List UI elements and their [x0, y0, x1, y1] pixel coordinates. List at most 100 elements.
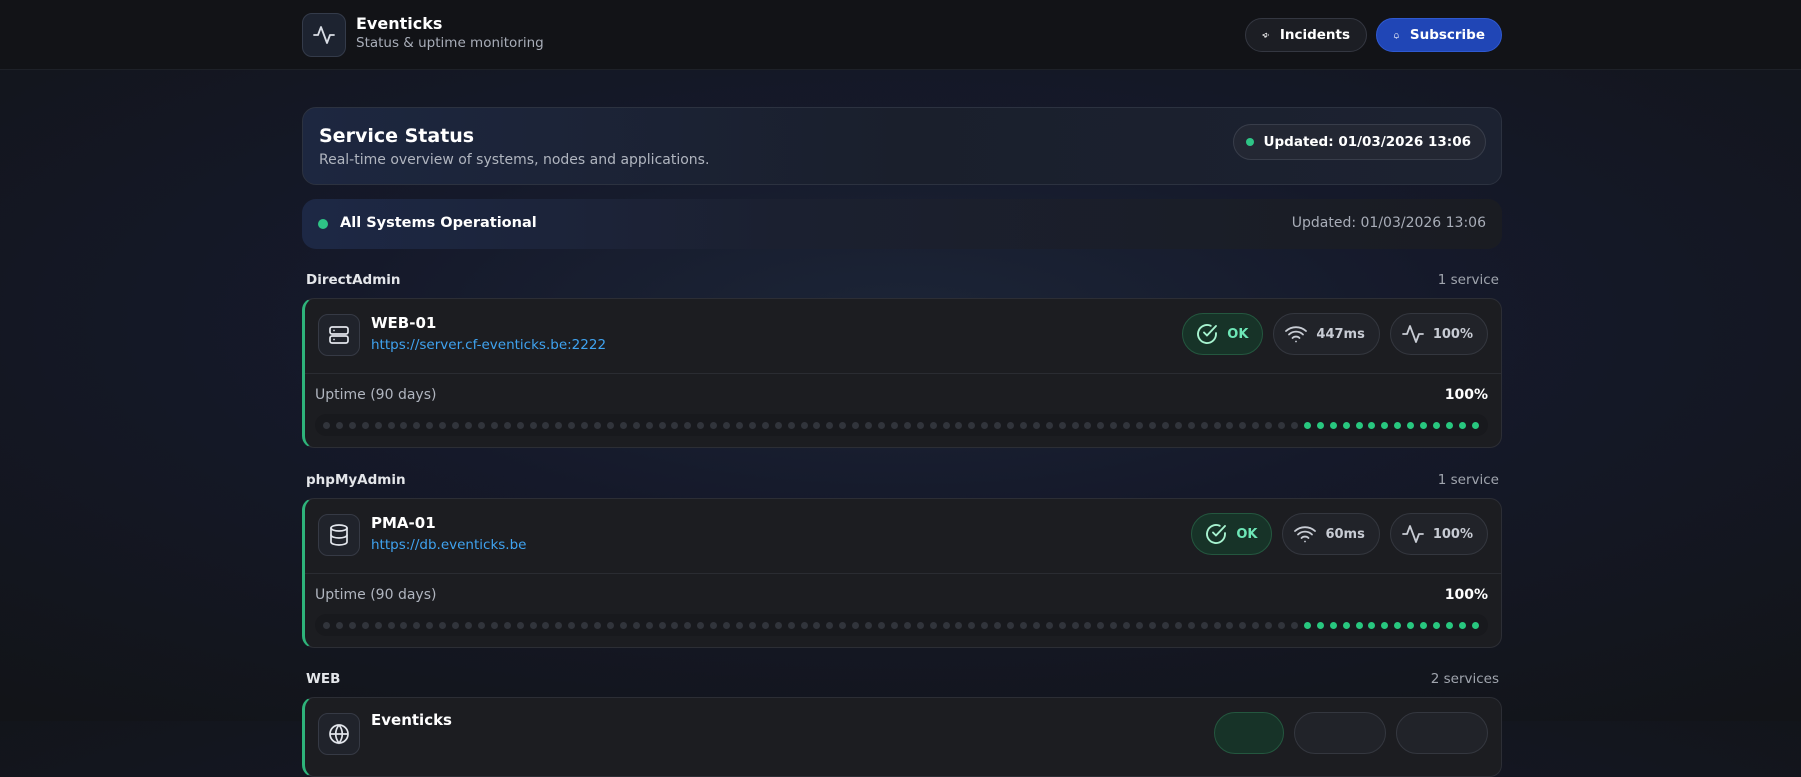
uptime-day[interactable]	[1161, 621, 1169, 629]
uptime-day[interactable]	[684, 421, 692, 429]
uptime-day[interactable]	[632, 621, 640, 629]
uptime-day[interactable]	[839, 421, 847, 429]
uptime-day[interactable]	[1058, 621, 1066, 629]
uptime-day[interactable]	[387, 621, 395, 629]
uptime-day[interactable]	[723, 621, 731, 629]
uptime-day[interactable]	[1290, 421, 1298, 429]
uptime-day[interactable]	[619, 421, 627, 429]
uptime-day[interactable]	[568, 621, 576, 629]
uptime-day[interactable]	[1110, 421, 1118, 429]
uptime-day[interactable]	[839, 621, 847, 629]
service-url-link[interactable]: https://db.eventicks.be	[371, 537, 526, 553]
uptime-day[interactable]	[994, 621, 1002, 629]
uptime-day[interactable]	[452, 621, 460, 629]
uptime-day[interactable]	[1355, 421, 1363, 429]
uptime-day[interactable]	[1226, 621, 1234, 629]
uptime-day[interactable]	[1368, 421, 1376, 429]
uptime-day[interactable]	[1342, 421, 1350, 429]
uptime-day[interactable]	[890, 421, 898, 429]
uptime-day[interactable]	[1381, 421, 1389, 429]
uptime-day[interactable]	[477, 621, 485, 629]
uptime-day[interactable]	[968, 421, 976, 429]
uptime-day[interactable]	[981, 421, 989, 429]
uptime-day[interactable]	[929, 621, 937, 629]
uptime-day[interactable]	[903, 421, 911, 429]
uptime-day[interactable]	[1239, 421, 1247, 429]
uptime-day[interactable]	[1187, 421, 1195, 429]
uptime-day[interactable]	[529, 621, 537, 629]
uptime-day[interactable]	[1019, 621, 1027, 629]
uptime-day[interactable]	[490, 421, 498, 429]
uptime-day[interactable]	[800, 621, 808, 629]
uptime-day[interactable]	[594, 421, 602, 429]
uptime-day[interactable]	[658, 621, 666, 629]
uptime-day[interactable]	[1368, 621, 1376, 629]
uptime-day[interactable]	[1252, 621, 1260, 629]
uptime-day[interactable]	[942, 621, 950, 629]
uptime-day[interactable]	[1136, 621, 1144, 629]
uptime-day[interactable]	[1252, 421, 1260, 429]
uptime-day[interactable]	[1045, 621, 1053, 629]
uptime-day[interactable]	[1084, 421, 1092, 429]
incidents-button[interactable]: Incidents	[1245, 18, 1367, 52]
uptime-day[interactable]	[606, 421, 614, 429]
uptime-day[interactable]	[761, 621, 769, 629]
uptime-day[interactable]	[774, 421, 782, 429]
uptime-day[interactable]	[1019, 421, 1027, 429]
uptime-day[interactable]	[877, 621, 885, 629]
service-url-link[interactable]: https://server.cf-eventicks.be:2222	[371, 337, 606, 353]
uptime-day[interactable]	[710, 621, 718, 629]
uptime-day[interactable]	[968, 621, 976, 629]
uptime-day[interactable]	[1071, 621, 1079, 629]
uptime-day[interactable]	[1084, 621, 1092, 629]
uptime-day[interactable]	[335, 421, 343, 429]
uptime-day[interactable]	[581, 421, 589, 429]
uptime-day[interactable]	[1161, 421, 1169, 429]
uptime-day[interactable]	[542, 621, 550, 629]
uptime-day[interactable]	[413, 421, 421, 429]
uptime-day[interactable]	[955, 621, 963, 629]
uptime-day[interactable]	[994, 421, 1002, 429]
uptime-day[interactable]	[1458, 421, 1466, 429]
uptime-day[interactable]	[671, 621, 679, 629]
uptime-day[interactable]	[1432, 421, 1440, 429]
uptime-day[interactable]	[1007, 621, 1015, 629]
uptime-day[interactable]	[1316, 421, 1324, 429]
uptime-day[interactable]	[916, 621, 924, 629]
uptime-day[interactable]	[632, 421, 640, 429]
uptime-day[interactable]	[1420, 621, 1428, 629]
uptime-day[interactable]	[490, 621, 498, 629]
uptime-day[interactable]	[813, 421, 821, 429]
uptime-day[interactable]	[1200, 421, 1208, 429]
uptime-day[interactable]	[1265, 421, 1273, 429]
uptime-day[interactable]	[1149, 621, 1156, 629]
uptime-day[interactable]	[1471, 421, 1479, 429]
uptime-day[interactable]	[335, 621, 343, 629]
uptime-day[interactable]	[1278, 421, 1286, 429]
uptime-day[interactable]	[413, 621, 421, 629]
uptime-day[interactable]	[852, 621, 860, 629]
uptime-day[interactable]	[348, 421, 356, 429]
uptime-day[interactable]	[736, 421, 743, 429]
uptime-day[interactable]	[1316, 621, 1324, 629]
uptime-day[interactable]	[1123, 421, 1131, 429]
uptime-day[interactable]	[503, 621, 511, 629]
uptime-day[interactable]	[852, 421, 860, 429]
uptime-day[interactable]	[748, 621, 756, 629]
uptime-day[interactable]	[503, 421, 511, 429]
uptime-day[interactable]	[865, 621, 873, 629]
uptime-day[interactable]	[581, 621, 589, 629]
uptime-day[interactable]	[1149, 421, 1156, 429]
uptime-day[interactable]	[748, 421, 756, 429]
uptime-day[interactable]	[1200, 621, 1208, 629]
uptime-day[interactable]	[1329, 621, 1337, 629]
subscribe-button[interactable]: Subscribe	[1376, 18, 1502, 52]
uptime-day[interactable]	[1407, 421, 1415, 429]
uptime-day[interactable]	[736, 621, 743, 629]
uptime-day[interactable]	[555, 421, 563, 429]
uptime-day[interactable]	[1097, 421, 1105, 429]
uptime-day[interactable]	[594, 621, 602, 629]
uptime-day[interactable]	[800, 421, 808, 429]
uptime-day[interactable]	[426, 421, 434, 429]
uptime-day[interactable]	[374, 421, 382, 429]
